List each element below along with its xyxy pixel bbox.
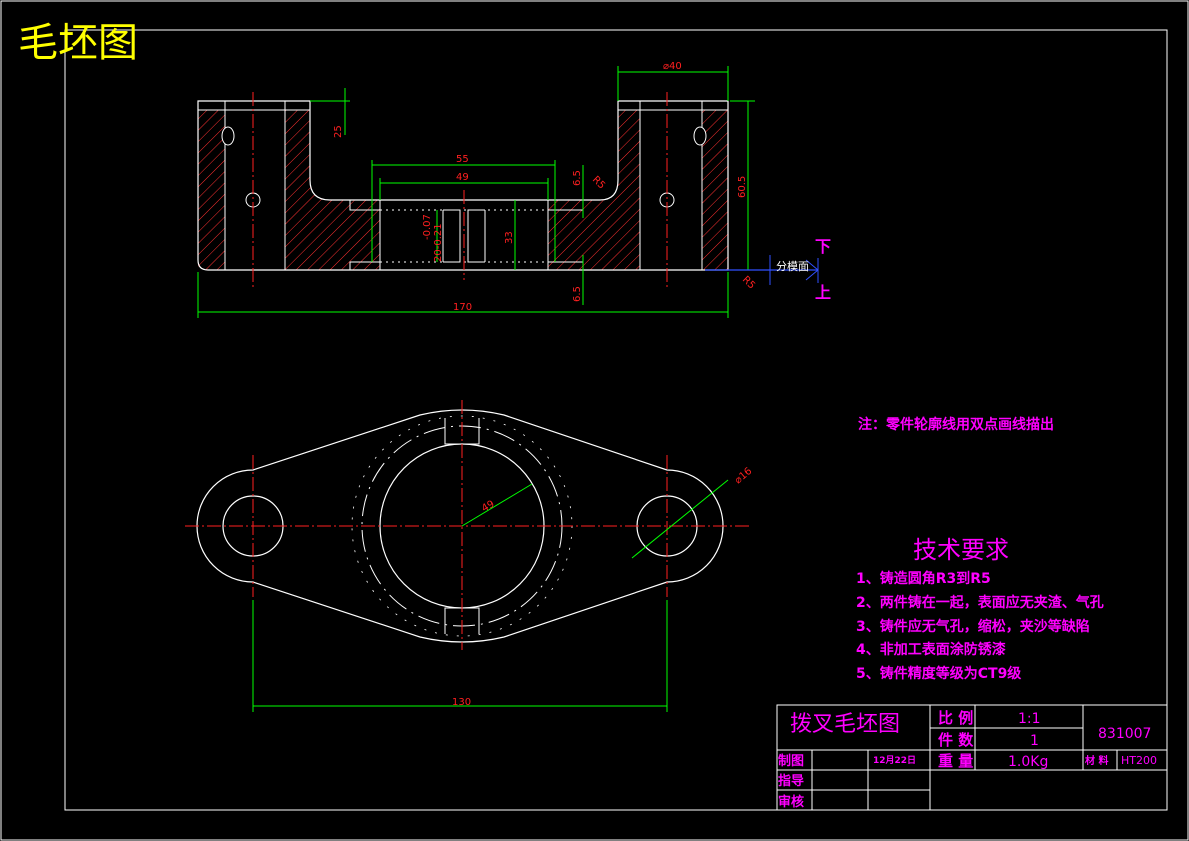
dim-w49: 49	[456, 172, 469, 183]
drawing-canvas: 毛坯图 ⌀40 25 55 49 6.5 R5 60.5 -0.07 20-0.…	[0, 0, 1189, 841]
dim-d16: ⌀16	[733, 466, 754, 486]
front-dimensions	[197, 66, 755, 318]
dim-w130: 130	[452, 697, 471, 708]
sheet-title: 毛坯图	[18, 20, 138, 66]
tech-req-list: 1、铸造圆角R3到R5 2、两件铸在一起，表面应无夹渣、气孔 3、铸件应无气孔，…	[856, 570, 1104, 682]
dim-d40: ⌀40	[663, 61, 682, 72]
outline-note: 注：零件轮廓线用双点画线描出	[858, 416, 1054, 433]
drawn-date: 12月22日	[873, 755, 916, 766]
dim-w55: 55	[456, 154, 469, 165]
parting-label: 分模面	[776, 260, 809, 273]
review-label: 审核	[778, 794, 804, 810]
scale-value: 1:1	[1018, 711, 1041, 727]
drawing-number: 831007	[1098, 726, 1151, 742]
drawn-label: 制图	[778, 753, 804, 769]
dim-h6-5-bottom: 6.5	[572, 286, 583, 302]
scale-label: 比 例	[938, 709, 973, 727]
dim-r49: 49	[480, 499, 497, 515]
qty-label: 件 数	[938, 731, 974, 749]
dim-h25: 25	[333, 125, 344, 138]
dim-tol-lower: 20-0.21	[433, 223, 444, 262]
dim-h60-5: 60.5	[737, 176, 748, 198]
dim-tol-upper: -0.07	[422, 214, 433, 240]
dim-r5-bottom: R5	[740, 274, 757, 291]
front-outline	[197, 100, 729, 271]
dim-w170: 170	[453, 302, 472, 313]
material-label: 材 料	[1085, 754, 1108, 767]
tech-req-title: 技术要求	[913, 536, 1009, 564]
dim-h33: 33	[504, 231, 515, 244]
material-value: HT200	[1121, 754, 1157, 767]
qty-value: 1	[1030, 733, 1039, 749]
tech-req-item: 4、非加工表面涂防锈漆	[856, 641, 1006, 658]
dim-h6-5-top: 6.5	[572, 170, 583, 186]
top-view: 49 ⌀16 130	[185, 400, 754, 712]
guide-label: 指导	[778, 773, 804, 789]
title-block-name: 拨叉毛坯图	[790, 712, 900, 737]
dim-r5: R5	[590, 174, 607, 191]
parting-down: 下	[815, 237, 831, 256]
tech-req-item: 5、铸件精度等级为CT9级	[856, 665, 1022, 682]
front-view: ⌀40 25 55 49 6.5 R5 60.5 -0.07 20-0.21 3…	[197, 61, 831, 318]
parting-up: 上	[815, 283, 831, 302]
tech-req-item: 3、铸件应无气孔，缩松，夹沙等缺陷	[856, 618, 1090, 635]
weight-label: 重 量	[938, 752, 973, 770]
weight-value: 1.0Kg	[1008, 754, 1048, 770]
tech-req-item: 1、铸造圆角R3到R5	[856, 570, 991, 587]
section-hatch	[198, 110, 728, 270]
tech-req-item: 2、两件铸在一起，表面应无夹渣、气孔	[856, 594, 1104, 611]
